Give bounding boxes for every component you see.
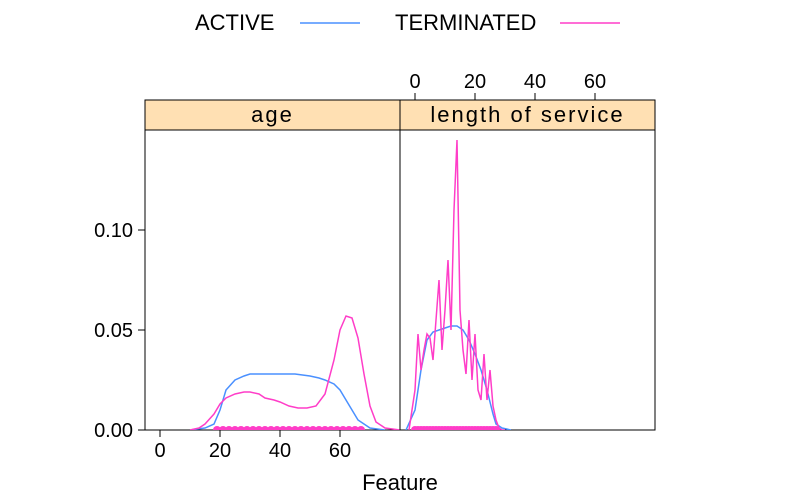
- x-tick-label: 0: [154, 440, 165, 462]
- x-tick-label: 40: [524, 71, 546, 93]
- y-tick-label: 0.10: [94, 220, 133, 242]
- x-tick-label: 60: [329, 440, 351, 462]
- series-line-active: [190, 374, 385, 430]
- series-line-terminated: [409, 140, 505, 430]
- x-tick-label: 0: [409, 71, 420, 93]
- density-trellis-chart: ACTIVE TERMINATED 0.00 0.05 0.10 0 20 40 60 0 20 40…: [0, 0, 801, 501]
- x-axis-label: Feature: [362, 470, 438, 495]
- series-line-terminated: [190, 316, 400, 430]
- panel-title: age: [251, 102, 294, 127]
- x-tick-label: 20: [464, 71, 486, 93]
- legend-label-active: ACTIVE: [195, 10, 274, 35]
- y-tick-label: 0.05: [94, 320, 133, 342]
- legend-label-terminated: TERMINATED: [395, 10, 536, 35]
- y-tick-label: 0.00: [94, 420, 133, 442]
- rug-terminated: [411, 426, 500, 434]
- x-tick-label: 40: [269, 440, 291, 462]
- panel-box: [145, 130, 400, 430]
- x-tick-label: 20: [209, 440, 231, 462]
- rug-terminated: [213, 426, 365, 434]
- legend: ACTIVE TERMINATED: [195, 10, 620, 35]
- x-tick-label: 60: [584, 71, 606, 93]
- panel-title: length of service: [430, 102, 624, 127]
